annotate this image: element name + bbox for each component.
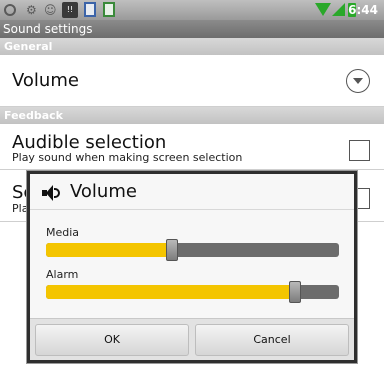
media-slider-fill <box>46 243 172 257</box>
alarm-label: Alarm <box>46 268 79 281</box>
ok-button[interactable]: OK <box>35 324 189 356</box>
alarm-volume-slider[interactable] <box>46 281 339 303</box>
media-volume-slider[interactable] <box>46 239 339 261</box>
alarm-slider-fill <box>46 285 296 299</box>
media-slider-thumb[interactable] <box>165 239 178 261</box>
volume-dialog: Volume Media Alarm OK Cancel <box>27 171 357 363</box>
dialog-title: Volume <box>70 181 137 202</box>
dialog-footer: OK Cancel <box>30 318 354 360</box>
media-label: Media <box>46 226 80 239</box>
sound-settings-screen: ⚙ ☺ !! 6:44 Sound settings General Volum… <box>0 0 384 380</box>
dialog-header: Volume <box>30 174 354 210</box>
alarm-slider-thumb[interactable] <box>289 281 302 303</box>
cancel-button[interactable]: Cancel <box>195 324 349 356</box>
speaker-icon <box>42 185 60 201</box>
